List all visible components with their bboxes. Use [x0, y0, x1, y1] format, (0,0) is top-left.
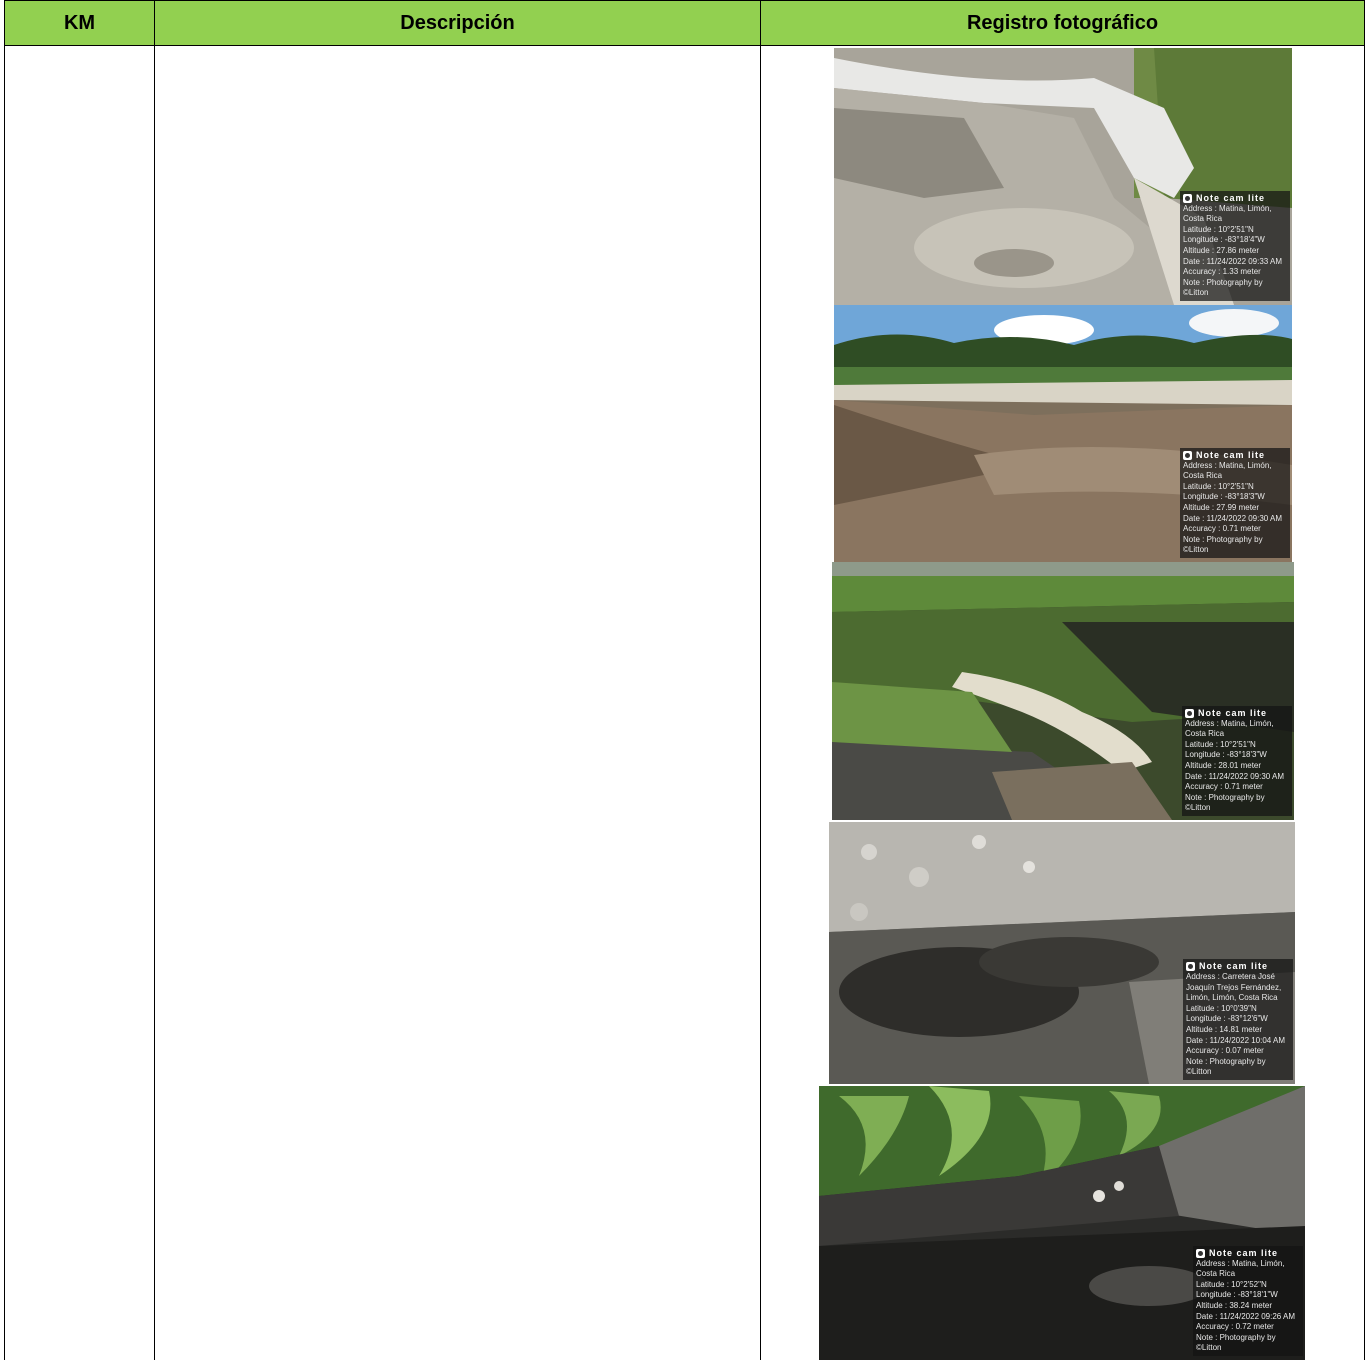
stamp-address: Address : Matina, Limón, Costa Rica	[1183, 461, 1287, 482]
camera-icon	[1183, 194, 1192, 203]
stamp-app-name: Note cam lite	[1198, 708, 1267, 719]
stamp-note: Note : Photography by ©Litton	[1183, 278, 1287, 299]
stamp-altitude: Altitude : 14.81 meter	[1186, 1025, 1290, 1036]
header-description: Descripción	[155, 1, 761, 46]
stamp-note: Note : Photography by ©Litton	[1185, 793, 1289, 814]
stamp-date: Date : 11/24/2022 09:30 AM	[1183, 514, 1287, 525]
stamp-longitude: Longitude : -83°18'4"W	[1183, 235, 1287, 246]
table-row: Note cam lite Address : Matina, Limón, C…	[5, 46, 1365, 1360]
photo-cell: Note cam lite Address : Matina, Limón, C…	[761, 46, 1365, 1360]
stamp-longitude: Longitude : -83°18'1"W	[1196, 1290, 1300, 1301]
camera-icon	[1196, 1249, 1205, 1258]
stamp-latitude: Latitude : 10°2'51"N	[1185, 740, 1289, 751]
stamp-address: Address : Carretera José Joaquín Trejos …	[1186, 972, 1290, 1004]
stamp-altitude: Altitude : 27.86 meter	[1183, 246, 1287, 257]
stamp-app-name: Note cam lite	[1199, 961, 1268, 972]
stamp-altitude: Altitude : 27.99 meter	[1183, 503, 1287, 514]
stamp-accuracy: Accuracy : 0.07 meter	[1186, 1046, 1290, 1057]
stamp-date: Date : 11/24/2022 09:30 AM	[1185, 772, 1289, 783]
stamp-address: Address : Matina, Limón, Costa Rica	[1185, 719, 1289, 740]
stamp-accuracy: Accuracy : 0.71 meter	[1185, 782, 1289, 793]
description-cell	[155, 46, 761, 1360]
km-cell	[5, 46, 155, 1360]
geotag-stamp: Note cam lite Address : Matina, Limón, C…	[1180, 191, 1290, 301]
stamp-note: Note : Photography by ©Litton	[1186, 1057, 1290, 1078]
stamp-address: Address : Matina, Limón, Costa Rica	[1196, 1259, 1300, 1280]
stamp-latitude: Latitude : 10°0'39"N	[1186, 1004, 1290, 1015]
stamp-app-name: Note cam lite	[1209, 1248, 1278, 1259]
record-table: KM Descripción Registro fotográfico	[4, 0, 1365, 1360]
stamp-note: Note : Photography by ©Litton	[1183, 535, 1287, 556]
geotag-stamp: Note cam lite Address : Matina, Limón, C…	[1180, 448, 1290, 558]
site-photo: Note cam lite Address : Matina, Limón, C…	[834, 305, 1292, 562]
header-row: KM Descripción Registro fotográfico	[5, 1, 1365, 46]
site-photo: Note cam lite Address : Matina, Limón, C…	[819, 1086, 1305, 1360]
stamp-accuracy: Accuracy : 1.33 meter	[1183, 267, 1287, 278]
stamp-altitude: Altitude : 28.01 meter	[1185, 761, 1289, 772]
stamp-date: Date : 11/24/2022 10:04 AM	[1186, 1036, 1290, 1047]
stamp-date: Date : 11/24/2022 09:26 AM	[1196, 1312, 1300, 1323]
stamp-latitude: Latitude : 10°2'51"N	[1183, 225, 1287, 236]
site-photo: Note cam lite Address : Matina, Limón, C…	[832, 562, 1294, 820]
stamp-app-name: Note cam lite	[1196, 450, 1265, 461]
stamp-longitude: Longitude : -83°18'3"W	[1183, 492, 1287, 503]
site-photo: Note cam lite Address : Carretera José J…	[829, 822, 1295, 1084]
stamp-address: Address : Matina, Limón, Costa Rica	[1183, 204, 1287, 225]
stamp-date: Date : 11/24/2022 09:33 AM	[1183, 257, 1287, 268]
stamp-note: Note : Photography by ©Litton	[1196, 1333, 1300, 1354]
site-photo: Note cam lite Address : Matina, Limón, C…	[834, 48, 1292, 305]
header-km: KM	[5, 1, 155, 46]
stamp-accuracy: Accuracy : 0.71 meter	[1183, 524, 1287, 535]
geotag-stamp: Note cam lite Address : Matina, Limón, C…	[1193, 1246, 1303, 1356]
geotag-stamp: Note cam lite Address : Carretera José J…	[1183, 959, 1293, 1080]
camera-icon	[1185, 709, 1194, 718]
stamp-longitude: Longitude : -83°12'6"W	[1186, 1014, 1290, 1025]
stamp-accuracy: Accuracy : 0.72 meter	[1196, 1322, 1300, 1333]
geotag-stamp: Note cam lite Address : Matina, Limón, C…	[1182, 706, 1292, 816]
stamp-latitude: Latitude : 10°2'51"N	[1183, 482, 1287, 493]
header-photo-record: Registro fotográfico	[761, 1, 1365, 46]
stamp-longitude: Longitude : -83°18'3"W	[1185, 750, 1289, 761]
stamp-altitude: Altitude : 38.24 meter	[1196, 1301, 1300, 1312]
stamp-latitude: Latitude : 10°2'52"N	[1196, 1280, 1300, 1291]
camera-icon	[1186, 962, 1195, 971]
stamp-app-name: Note cam lite	[1196, 193, 1265, 204]
camera-icon	[1183, 451, 1192, 460]
